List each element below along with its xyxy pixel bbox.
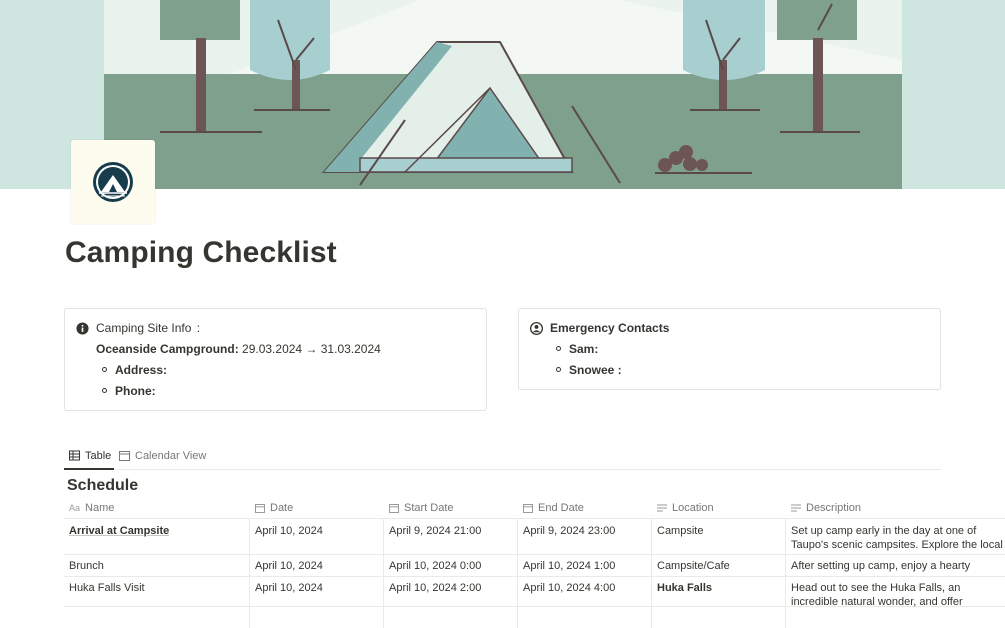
bullet-dot xyxy=(102,388,107,393)
campground-name: Oceanside Campground: xyxy=(96,342,239,356)
campground-line: Oceanside Campground: 29.03.2024 → 31.03… xyxy=(96,342,381,356)
table-row[interactable]: Brunch April 10, 2024 April 10, 2024 0:0… xyxy=(64,555,1005,577)
emergency-heading: Emergency Contacts xyxy=(550,321,670,335)
row-name-cell[interactable]: Arrival at Campsite xyxy=(69,525,169,537)
contact-snowee: Snowee : xyxy=(569,363,622,377)
table-row[interactable]: Huka Falls Visit April 10, 2024 April 10… xyxy=(64,577,1005,608)
emergency-contacts-callout: Emergency Contacts Sam: Snowee : xyxy=(518,308,941,390)
tab-table-label: Table xyxy=(85,450,112,462)
table-row[interactable]: Arrival at Campsite April 10, 2024 April… xyxy=(64,519,1005,555)
page-title: Camping Checklist xyxy=(65,236,337,269)
row-description-cell[interactable]: Set up camp early in the day at one of T… xyxy=(791,524,1005,552)
person-circle-icon xyxy=(530,322,543,335)
column-header-end-date[interactable]: End Date xyxy=(523,502,584,514)
view-tabs: Table Calendar View xyxy=(64,448,941,470)
contact-sam: Sam: xyxy=(569,342,599,356)
row-date-cell[interactable]: April 10, 2024 xyxy=(255,582,323,594)
text-lines-icon xyxy=(791,504,801,512)
camping-site-callout: Camping Site Info : Oceanside Campground… xyxy=(64,308,487,411)
text-lines-icon xyxy=(657,504,667,512)
row-description-cell[interactable]: After setting up camp, enjoy a hearty br… xyxy=(791,559,1005,573)
page-icon[interactable] xyxy=(71,140,155,224)
row-name-cell[interactable]: Huka Falls Visit xyxy=(69,582,145,594)
calendar-icon xyxy=(523,504,533,513)
phone-label: Phone: xyxy=(115,384,156,398)
info-icon xyxy=(76,322,89,335)
row-description-cell[interactable]: Head out to see the Huka Falls, an incre… xyxy=(791,581,1005,608)
address-label: Address: xyxy=(115,363,168,377)
tab-calendar-view[interactable]: Calendar View xyxy=(119,448,206,470)
bullet-dot xyxy=(102,367,107,372)
row-end-cell[interactable]: April 10, 2024 4:00 xyxy=(523,582,615,594)
row-start-cell[interactable]: April 9, 2024 21:00 xyxy=(389,525,481,537)
row-start-cell[interactable]: April 10, 2024 0:00 xyxy=(389,560,481,572)
column-header-location[interactable]: Location xyxy=(657,502,714,514)
table-header: Aa Name Date Start Date End Date Locatio… xyxy=(64,498,1005,519)
table-icon xyxy=(69,450,80,461)
row-location-cell[interactable]: Huka Falls xyxy=(657,582,712,594)
bullet-dot xyxy=(556,346,561,351)
camping-site-heading: Camping Site Info : xyxy=(96,321,201,335)
row-end-cell[interactable]: April 10, 2024 1:00 xyxy=(523,560,615,572)
bullet-dot xyxy=(556,367,561,372)
campground-dates: 29.03.2024 → 31.03.2024 xyxy=(242,342,381,356)
row-date-cell[interactable]: April 10, 2024 xyxy=(255,525,323,537)
column-header-name[interactable]: Aa Name xyxy=(69,502,114,514)
column-header-description[interactable]: Description xyxy=(791,502,861,514)
row-location-cell[interactable]: Campsite xyxy=(657,525,703,537)
column-header-start-date[interactable]: Start Date xyxy=(389,502,454,514)
row-date-cell[interactable]: April 10, 2024 xyxy=(255,560,323,572)
camping-tent-logo-icon xyxy=(93,162,133,202)
tab-calendar-label: Calendar View xyxy=(135,450,207,462)
calendar-icon xyxy=(119,451,130,461)
calendar-icon xyxy=(255,504,265,513)
row-location-cell[interactable]: Campsite/Cafe xyxy=(657,560,730,572)
tab-table[interactable]: Table xyxy=(64,448,114,470)
text-property-icon: Aa xyxy=(69,503,81,513)
column-header-date[interactable]: Date xyxy=(255,502,293,514)
schedule-title[interactable]: Schedule xyxy=(67,477,138,495)
row-end-cell[interactable]: April 9, 2024 23:00 xyxy=(523,525,615,537)
row-name-cell[interactable]: Brunch xyxy=(69,560,104,572)
calendar-icon xyxy=(389,504,399,513)
row-start-cell[interactable]: April 10, 2024 2:00 xyxy=(389,582,481,594)
